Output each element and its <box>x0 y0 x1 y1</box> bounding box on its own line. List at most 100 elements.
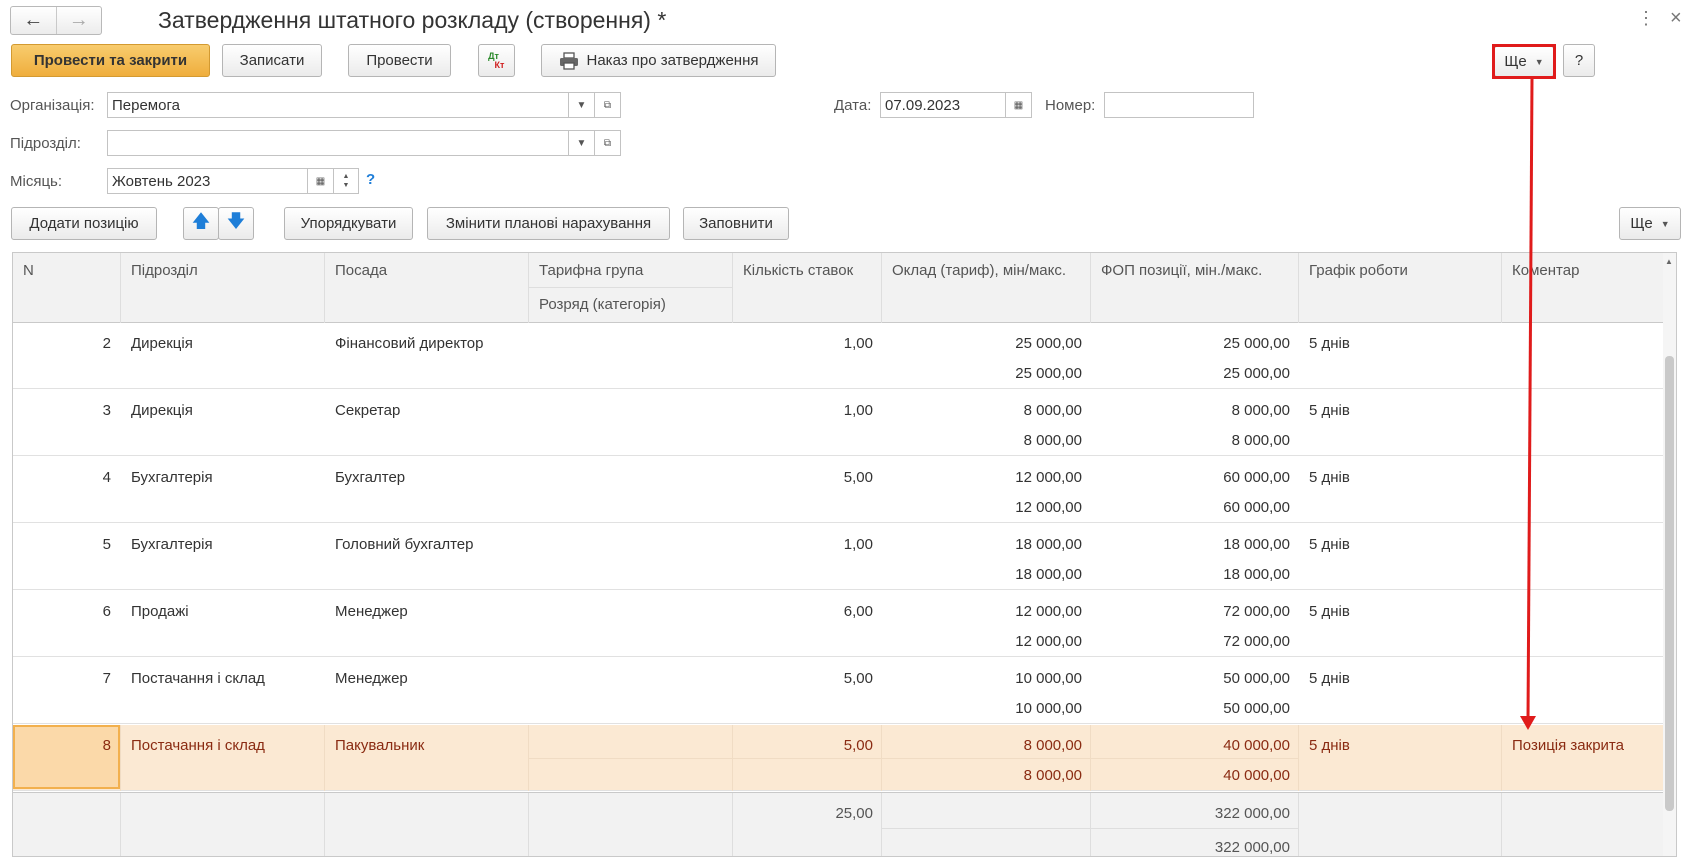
cell-department: Постачання і склад <box>131 737 265 754</box>
cell-department: Дирекція <box>131 335 193 352</box>
table-row[interactable]: 6 Продажі Менеджер 6,00 12 000,00 12 000,00 72… <box>13 591 1663 657</box>
cell-position: Бухгалтер <box>335 469 406 486</box>
col-fund[interactable]: ФОП позиції, мін./макс. <box>1091 253 1299 323</box>
scroll-thumb[interactable] <box>1665 356 1674 811</box>
col-rank[interactable]: Розряд (категорія) <box>529 288 733 323</box>
move-down-arrow-icon[interactable]: 🡇 <box>218 207 254 240</box>
dt-kt-button[interactable]: Дт Кт <box>478 44 515 77</box>
cell-position: Менеджер <box>335 670 408 687</box>
month-label: Місяць: <box>10 173 63 190</box>
table-more-label: Ще <box>1630 215 1653 232</box>
organization-open-icon[interactable]: ⧉ <box>594 92 621 118</box>
cell-fund-max: 18 000,00 <box>1223 566 1290 583</box>
cell-salary-max: 10 000,00 <box>1015 700 1082 717</box>
back-arrow-icon[interactable]: ← <box>11 7 57 34</box>
col-rates[interactable]: Кількість ставок <box>733 253 882 323</box>
cell-position: Фінансовий директор <box>335 335 484 352</box>
cell-fund-min: 50 000,00 <box>1223 670 1290 687</box>
cell-salary-max: 12 000,00 <box>1015 499 1082 516</box>
save-button[interactable]: Записати <box>222 44 322 77</box>
table-footer: 25,00 322 000,00 322 000,00 <box>13 792 1663 856</box>
table-row-selected[interactable]: 8 Постачання і склад Пакувальник 5,00 8 000,… <box>13 725 1663 791</box>
month-help-icon[interactable]: ? <box>366 171 375 188</box>
cell-fund-max: 25 000,00 <box>1223 365 1290 382</box>
cell-department: Продажі <box>131 603 189 620</box>
move-up-arrow-icon[interactable]: 🡅 <box>183 207 219 240</box>
cell-fund-max: 60 000,00 <box>1223 499 1290 516</box>
cell-fund-max: 8 000,00 <box>1231 432 1290 449</box>
fill-button[interactable]: Заповнити <box>683 207 789 240</box>
cell-n: 6 <box>102 603 111 620</box>
month-field[interactable]: Жовтень 2023 <box>107 168 308 194</box>
col-tariff-group[interactable]: Тарифна група <box>529 253 733 288</box>
cell-n: 2 <box>102 335 111 352</box>
more-actions-icon[interactable]: ⋮ <box>1637 8 1655 28</box>
close-icon[interactable]: × <box>1670 7 1682 30</box>
number-field[interactable] <box>1104 92 1254 118</box>
table-scrollbar[interactable]: ▲ <box>1663 253 1676 856</box>
cell-rates: 5,00 <box>843 737 873 754</box>
total-rates: 25,00 <box>835 805 873 822</box>
forward-arrow-icon[interactable]: → <box>57 7 102 34</box>
total-fund-max: 322 000,00 <box>1214 839 1290 856</box>
date-field[interactable]: 07.09.2023 <box>880 92 1006 118</box>
table-row[interactable]: 5 Бухгалтерія Головний бухгалтер 1,00 18 000… <box>13 524 1663 590</box>
col-schedule[interactable]: Графік роботи <box>1299 253 1502 323</box>
scroll-up-icon[interactable]: ▲ <box>1665 257 1673 266</box>
table-row[interactable]: 7 Постачання і склад Менеджер 5,00 10 000,00… <box>13 658 1663 724</box>
cell-comment: Позиція закрита <box>1512 737 1624 754</box>
cell-salary-min: 18 000,00 <box>1015 536 1082 553</box>
approval-order-button[interactable]: Наказ про затвердження <box>541 44 776 77</box>
table-row[interactable]: 3 Дирекція Секретар 1,00 8 000,00 8 000,00 8 0… <box>13 390 1663 456</box>
organization-field[interactable]: Перемога <box>107 92 569 118</box>
cell-rates: 1,00 <box>843 536 873 553</box>
table-header: N Підрозділ Посада Тарифна група Розряд … <box>13 253 1663 323</box>
cell-fund-min: 25 000,00 <box>1223 335 1290 352</box>
cell-n: 3 <box>102 402 111 419</box>
help-button[interactable]: ? <box>1563 44 1595 77</box>
month-stepper[interactable]: ▲ ▼ <box>333 168 359 194</box>
col-position[interactable]: Посада <box>325 253 529 323</box>
cell-salary-max: 12 000,00 <box>1015 633 1082 650</box>
table-row[interactable]: 2 Дирекція Фінансовий директор 1,00 25 000,0… <box>13 323 1663 389</box>
add-position-button[interactable]: Додати позицію <box>11 207 157 240</box>
cell-n: 7 <box>102 670 111 687</box>
department-field[interactable] <box>107 130 569 156</box>
cell-salary-min: 10 000,00 <box>1015 670 1082 687</box>
post-and-close-button[interactable]: Провести та закрити <box>11 44 210 77</box>
department-dropdown-icon[interactable]: ▼ <box>568 130 595 156</box>
annotation-arrow <box>1520 77 1536 730</box>
post-button[interactable]: Провести <box>348 44 451 77</box>
cell-rates: 5,00 <box>843 670 873 687</box>
cell-salary-max: 25 000,00 <box>1015 365 1082 382</box>
cell-department: Бухгалтерія <box>131 469 213 486</box>
cell-rates: 1,00 <box>843 402 873 419</box>
cell-salary-min: 8 000,00 <box>1023 737 1082 754</box>
cell-department: Дирекція <box>131 402 193 419</box>
change-planned-accruals-button[interactable]: Змінити планові нарахування <box>427 207 670 240</box>
cell-fund-min: 40 000,00 <box>1223 737 1290 754</box>
total-fund-min: 322 000,00 <box>1214 805 1290 822</box>
table-more-button[interactable]: Ще ▼ <box>1619 207 1681 240</box>
organization-dropdown-icon[interactable]: ▼ <box>568 92 595 118</box>
window-title: Затвердження штатного розкладу (створенн… <box>158 7 667 33</box>
cell-schedule: 5 днів <box>1309 737 1350 754</box>
col-department[interactable]: Підрозділ <box>121 253 325 323</box>
department-open-icon[interactable]: ⧉ <box>594 130 621 156</box>
sort-button[interactable]: Упорядкувати <box>284 207 413 240</box>
cell-n: 8 <box>102 737 111 754</box>
cell-position: Менеджер <box>335 603 408 620</box>
cell-schedule: 5 днів <box>1309 670 1350 687</box>
printer-icon <box>559 51 578 70</box>
chevron-down-icon: ▼ <box>1660 218 1670 229</box>
cell-rates: 6,00 <box>843 603 873 620</box>
cell-schedule: 5 днів <box>1309 469 1350 486</box>
table-row[interactable]: 4 Бухгалтерія Бухгалтер 5,00 12 000,00 12 000… <box>13 457 1663 523</box>
col-n[interactable]: N <box>13 253 121 323</box>
approval-order-label: Наказ про затвердження <box>586 52 759 69</box>
calendar-icon[interactable]: ▦ <box>307 168 334 194</box>
col-salary[interactable]: Оклад (тариф), мін/макс. <box>882 253 1091 323</box>
cell-schedule: 5 днів <box>1309 335 1350 352</box>
cell-salary-min: 12 000,00 <box>1015 469 1082 486</box>
date-calendar-icon[interactable]: ▦ <box>1005 92 1032 118</box>
